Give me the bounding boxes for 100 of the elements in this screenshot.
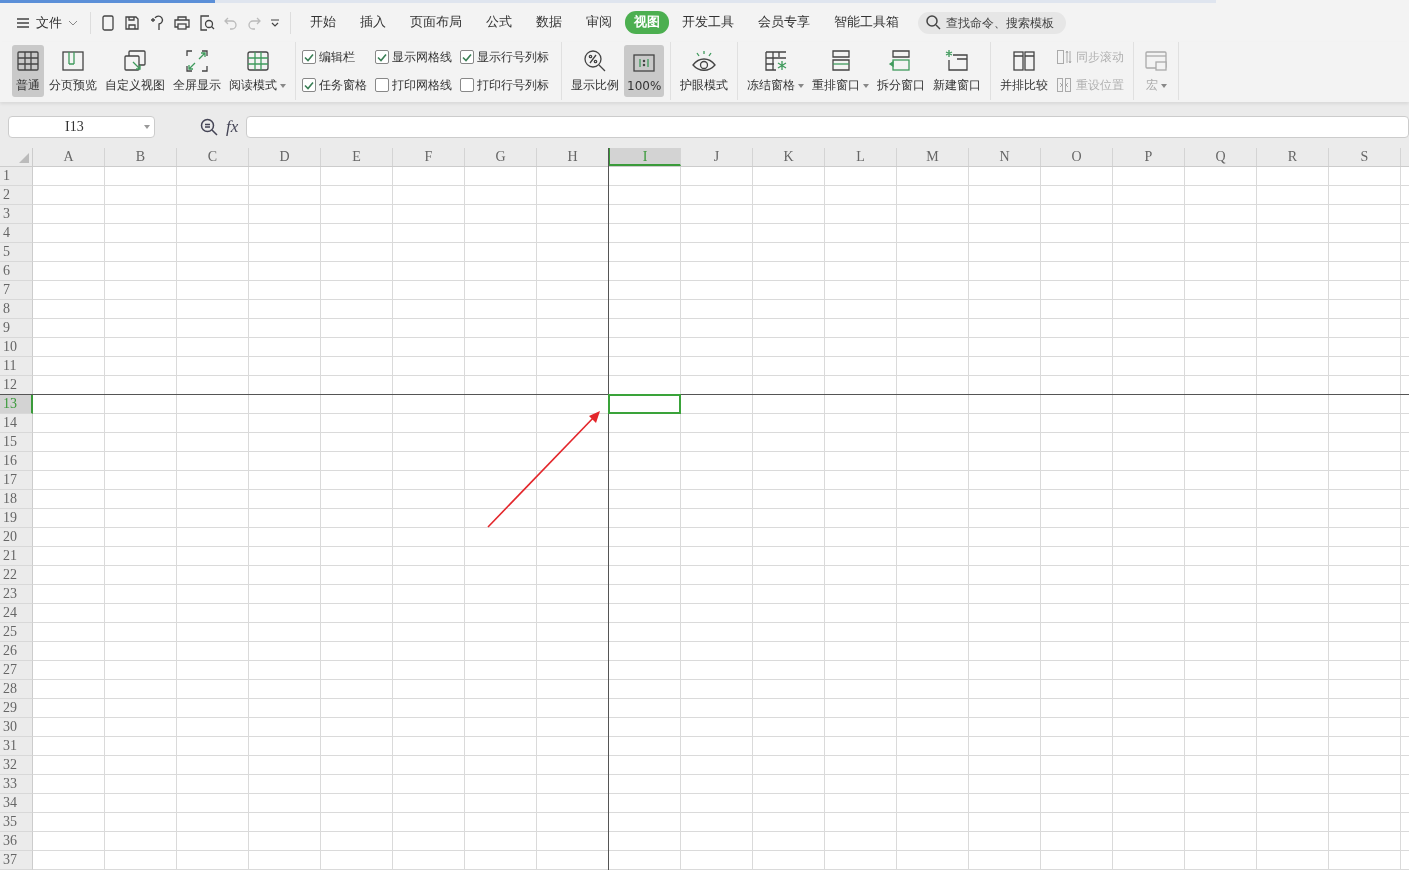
ribbon-button[interactable]: 拆分窗口 (874, 45, 929, 97)
column-header[interactable]: M (897, 148, 969, 166)
menu-tab[interactable]: 会员专享 (747, 11, 821, 34)
caret-icon (280, 83, 286, 88)
ribbon-button[interactable]: 全屏显示 (170, 45, 224, 97)
row-header[interactable]: 21 (0, 547, 33, 566)
customize-icon[interactable] (270, 17, 280, 28)
menu-tab[interactable]: 审阅 (575, 11, 623, 34)
row-header[interactable]: 18 (0, 490, 33, 509)
row-header[interactable]: 5 (0, 243, 33, 262)
row-header[interactable]: 37 (0, 851, 33, 870)
print-preview-icon[interactable] (199, 14, 215, 31)
print-icon[interactable] (174, 14, 190, 31)
column-header[interactable]: G (465, 148, 537, 166)
checkbox-label: 编辑栏 (319, 48, 355, 66)
checkbox-label: 打印网格线 (392, 76, 452, 94)
column-header[interactable]: P (1113, 148, 1185, 166)
menu-tab[interactable]: 视图 (625, 11, 669, 34)
menu-tab[interactable]: 公式 (475, 11, 523, 34)
menu-tab[interactable]: 数据 (525, 11, 573, 34)
menu-tab[interactable]: 开发工具 (671, 11, 745, 34)
column-header[interactable]: O (1041, 148, 1113, 166)
menu-tab[interactable]: 页面布局 (399, 11, 473, 34)
row-header[interactable]: 16 (0, 452, 33, 471)
row-header[interactable]: 28 (0, 680, 33, 699)
row-header[interactable]: 19 (0, 509, 33, 528)
eye-icon (691, 48, 718, 74)
menu-tab[interactable]: 插入 (349, 11, 397, 34)
search-field[interactable]: 查找命令、搜索模板 (918, 11, 1066, 34)
row-header[interactable]: 9 (0, 319, 33, 338)
row-header[interactable]: 10 (0, 338, 33, 357)
row-header[interactable]: 36 (0, 832, 33, 851)
checkbox[interactable] (375, 50, 389, 64)
row-header[interactable]: 20 (0, 528, 33, 547)
ribbon-button[interactable]: 冻结窗格 (744, 45, 808, 97)
row-header[interactable]: 4 (0, 224, 33, 243)
row-header[interactable]: 8 (0, 300, 33, 319)
ribbon-button[interactable]: 显示比例 (568, 45, 622, 97)
menu-tab[interactable]: 开始 (299, 11, 347, 34)
ribbon-button[interactable]: 自定义视图 (102, 45, 168, 97)
ribbon-button[interactable]: 护眼模式 (677, 45, 732, 97)
name-box[interactable]: I13 (8, 116, 155, 138)
page-layout-icon (60, 48, 86, 74)
column-header[interactable]: F (393, 148, 465, 166)
row-header[interactable]: 23 (0, 585, 33, 604)
row-header[interactable]: 30 (0, 718, 33, 737)
checkbox[interactable] (375, 78, 389, 92)
menu-tab[interactable]: 智能工具箱 (823, 11, 910, 34)
row-header[interactable]: 7 (0, 281, 33, 300)
ribbon-button[interactable]: 新建窗口 (930, 45, 985, 97)
ribbon-button[interactable]: 普通 (12, 45, 44, 97)
ribbon-button[interactable]: 重排窗口 (809, 45, 873, 97)
row-header[interactable]: 34 (0, 794, 33, 813)
column-header[interactable]: S (1329, 148, 1401, 166)
checkbox[interactable] (302, 78, 316, 92)
checkbox[interactable] (302, 50, 316, 64)
file-menu[interactable]: 文件 (12, 11, 82, 34)
ribbon-button[interactable]: 阅读模式 (226, 45, 289, 97)
row-header[interactable]: 11 (0, 357, 33, 376)
row-header[interactable]: 2 (0, 186, 33, 205)
zoom-icon[interactable] (200, 118, 218, 136)
new-document-icon[interactable] (101, 14, 115, 31)
ribbon-button[interactable]: 100% (624, 45, 665, 97)
checkbox[interactable] (460, 50, 474, 64)
row-header[interactable]: 1 (0, 167, 33, 186)
selected-cell[interactable] (608, 394, 681, 414)
column-header[interactable]: L (825, 148, 897, 166)
row-header[interactable]: 3 (0, 205, 33, 224)
row-header[interactable]: 29 (0, 699, 33, 718)
column-header[interactable]: J (681, 148, 753, 166)
column-header[interactable]: A (33, 148, 105, 166)
row-header[interactable]: 33 (0, 775, 33, 794)
ribbon-button[interactable]: 并排比较 (997, 45, 1052, 97)
row-header[interactable]: 6 (0, 262, 33, 281)
column-header[interactable]: N (969, 148, 1041, 166)
row-header[interactable]: 24 (0, 604, 33, 623)
row-header[interactable]: 25 (0, 623, 33, 642)
function-button[interactable]: fx (226, 117, 239, 137)
column-header[interactable]: Q (1185, 148, 1257, 166)
checkbox[interactable] (460, 78, 474, 92)
save-icon[interactable] (124, 14, 140, 31)
column-header[interactable]: C (177, 148, 249, 166)
row-header[interactable]: 35 (0, 813, 33, 832)
row-header[interactable]: 26 (0, 642, 33, 661)
menu-icon (16, 16, 30, 29)
formula-field[interactable] (246, 116, 1409, 138)
column-header[interactable]: E (321, 148, 393, 166)
row-header[interactable]: 22 (0, 566, 33, 585)
ribbon-button[interactable]: 分页预览 (46, 45, 100, 97)
column-header[interactable]: D (249, 148, 321, 166)
column-header[interactable]: R (1257, 148, 1329, 166)
column-header[interactable]: K (753, 148, 825, 166)
row-header[interactable]: 14 (0, 414, 33, 433)
row-header[interactable]: 17 (0, 471, 33, 490)
row-header[interactable]: 32 (0, 756, 33, 775)
row-header[interactable]: 31 (0, 737, 33, 756)
row-header[interactable]: 27 (0, 661, 33, 680)
row-header[interactable]: 15 (0, 433, 33, 452)
zoom-icon (582, 48, 608, 74)
column-header[interactable]: B (105, 148, 177, 166)
